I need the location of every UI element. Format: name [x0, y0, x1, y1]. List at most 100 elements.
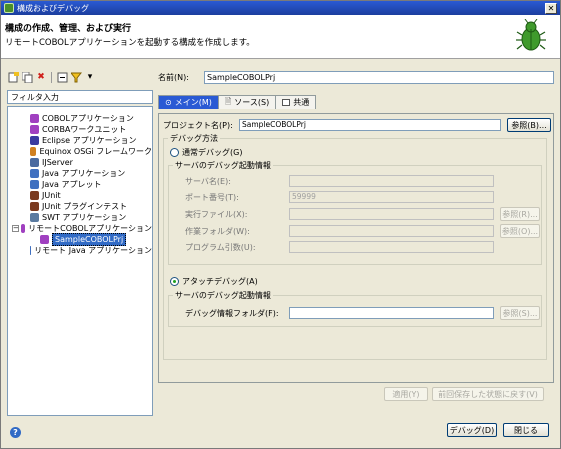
name-label: 名前(N):	[158, 72, 189, 82]
close-window-button[interactable]: ✕	[545, 2, 557, 14]
tree-item[interactable]: Java アプリケーション	[8, 168, 152, 179]
debug-info-folder-input[interactable]	[289, 307, 494, 319]
filter-icon[interactable]	[70, 71, 82, 83]
delete-config-icon[interactable]: ✖	[35, 71, 47, 83]
tree-item[interactable]: Eclipse アプリケーション	[8, 135, 152, 146]
tree-item-label: Java アプレット	[42, 180, 102, 189]
tree-item-label: リモート Java アプリケーション	[34, 246, 152, 255]
port-label: ポート番号(T):	[185, 192, 239, 202]
tab-source-label: ソース(S)	[234, 98, 270, 107]
dialog-footer: ? デバッグ(D) 閉じる	[1, 417, 560, 448]
tree-item[interactable]: Equinox OSGi フレームワーク	[8, 146, 152, 157]
java-app-icon	[30, 169, 39, 178]
tree-item-label: JUnit	[42, 191, 61, 200]
remote-java-icon	[30, 246, 32, 255]
debug-method-group: デバッグ方法 通常デバッグ(G) サーバのデバッグ起動情報 サーバ名(E): ポ…	[163, 133, 547, 360]
attach-debug-radio[interactable]	[170, 277, 179, 286]
tree-item-label: Java アプリケーション	[42, 169, 126, 178]
main-tab-icon: ⊙	[165, 98, 172, 107]
tree-item-label: JUnit プラグインテスト	[42, 202, 128, 211]
config-tabs: ⊙ メイン(M) 🗎 ソース(S) 共通	[158, 95, 554, 109]
left-toolbar: ✖ ▾	[7, 69, 153, 85]
junit-icon	[30, 191, 39, 200]
tab-main[interactable]: ⊙ メイン(M)	[158, 95, 219, 109]
program-args-input[interactable]	[289, 241, 494, 253]
main-tab-body: プロジェクト名(P): SampleCOBOLPrj 参照(B)... デバッグ…	[158, 113, 554, 383]
project-label: プロジェクト名(P):	[163, 120, 233, 130]
tab-source[interactable]: 🗎 ソース(S)	[217, 95, 277, 109]
apply-button[interactable]: 適用(Y)	[384, 387, 428, 401]
close-button[interactable]: 閉じる	[503, 423, 549, 437]
work-folder-label: 作業フォルダ(W):	[185, 226, 250, 236]
app-icon	[4, 3, 14, 13]
server-name-input[interactable]	[289, 175, 494, 187]
config-icon	[40, 235, 49, 244]
tree-item-label: COBOLアプリケーション	[42, 114, 134, 123]
new-config-icon[interactable]	[7, 71, 19, 83]
normal-debug-radio[interactable]	[170, 148, 179, 157]
chevron-down-icon[interactable]: ▾	[84, 71, 96, 83]
tree-item[interactable]: リモート Java アプリケーション	[8, 245, 152, 256]
config-editor-pane: 名前(N): SampleCOBOLPrj ⊙ メイン(M) 🗎 ソース(S) 共通…	[158, 69, 554, 417]
header-description: リモートCOBOLアプリケーションを起動する構成を作成します。	[5, 38, 255, 48]
header-title: 構成の作成、管理、および実行	[5, 24, 132, 34]
eclipse-icon	[30, 136, 39, 145]
java-applet-icon	[30, 180, 39, 189]
tab-main-label: メイン(M)	[174, 98, 212, 107]
tree-item[interactable]: IJServer	[8, 157, 152, 168]
title-bar[interactable]: 構成およびデバッグ ✕	[1, 1, 560, 15]
tree-item-label: IJServer	[42, 158, 73, 167]
junit-plugin-icon	[30, 202, 39, 211]
collapse-all-icon[interactable]	[56, 71, 68, 83]
server-launch-group-2: サーバのデバッグ起動情報 デバッグ情報フォルダ(F): 参照(S)...	[168, 290, 542, 327]
tree-item[interactable]: Java アプレット	[8, 179, 152, 190]
project-browse-button[interactable]: 参照(B)...	[507, 118, 551, 132]
normal-debug-label: 通常デバッグ(G)	[182, 148, 243, 157]
corba-icon	[30, 125, 39, 134]
config-tree[interactable]: COBOLアプリケーション CORBAワークユニット Eclipse アプリケーショ…	[7, 106, 153, 416]
debug-info-browse-button[interactable]: 参照(S)...	[500, 306, 540, 320]
launch-config-dialog: 構成およびデバッグ ✕ 構成の作成、管理、および実行 リモートCOBOLアプリケ…	[0, 0, 561, 449]
name-row: 名前(N): SampleCOBOLPrj	[158, 69, 554, 85]
osgi-icon	[30, 147, 37, 156]
tab-common[interactable]: 共通	[275, 95, 317, 109]
tree-item[interactable]: SampleCOBOLPrj	[8, 233, 152, 246]
tree-item-label: Eclipse アプリケーション	[42, 136, 137, 145]
tab-common-label: 共通	[293, 98, 310, 107]
debug-button[interactable]: デバッグ(D)	[447, 423, 497, 437]
port-input[interactable]: 59999	[289, 191, 494, 203]
work-browse-button[interactable]: 参照(O)...	[500, 224, 540, 238]
tree-item-label: SWT アプリケーション	[42, 213, 127, 222]
duplicate-config-icon[interactable]	[21, 71, 33, 83]
tree-item[interactable]: CORBAワークユニット	[8, 124, 152, 135]
help-icon[interactable]: ?	[10, 427, 21, 438]
exec-browse-button[interactable]: 参照(R)...	[500, 207, 540, 221]
server-name-label: サーバ名(E):	[185, 176, 231, 186]
toolbar-separator	[51, 71, 52, 83]
collapse-toggle-icon[interactable]: −	[12, 225, 19, 232]
dialog-header: 構成の作成、管理、および実行 リモートCOBOLアプリケーションを起動する構成を…	[1, 15, 560, 59]
server-launch-title-2: サーバのデバッグ起動情報	[173, 290, 273, 301]
revert-button[interactable]: 前回保存した状態に戻す(V)	[432, 387, 544, 401]
exec-file-input[interactable]	[289, 208, 494, 220]
attach-debug-label: アタッチデバッグ(A)	[182, 277, 258, 286]
tree-item[interactable]: JUnit プラグインテスト	[8, 201, 152, 212]
tree-item[interactable]: SWT アプリケーション	[8, 212, 152, 223]
tree-item-label: CORBAワークユニット	[42, 125, 127, 134]
source-tab-icon: 🗎	[224, 96, 232, 106]
config-name-input[interactable]: SampleCOBOLPrj	[204, 70, 554, 84]
debug-info-folder-label: デバッグ情報フォルダ(F):	[185, 308, 279, 318]
swt-icon	[30, 213, 39, 222]
filter-input[interactable]: フィルタ入力	[7, 90, 153, 104]
tree-item[interactable]: JUnit	[8, 190, 152, 201]
ijserver-icon	[30, 158, 39, 167]
project-name-input[interactable]: SampleCOBOLPrj	[239, 119, 501, 131]
config-list-pane: ✖ ▾ フィルタ入力 COBOLアプリケーション CORBAワークユニット Ecli…	[7, 69, 153, 417]
common-tab-icon	[282, 99, 291, 106]
window-title: 構成およびデバッグ	[17, 3, 89, 13]
debug-bug-icon	[516, 19, 546, 51]
work-folder-input[interactable]	[289, 225, 494, 237]
program-args-label: プログラム引数(U):	[185, 242, 256, 252]
tree-item[interactable]: COBOLアプリケーション	[8, 113, 152, 124]
server-launch-group-1: サーバのデバッグ起動情報 サーバ名(E): ポート番号(T): 59999 実行…	[168, 160, 542, 265]
